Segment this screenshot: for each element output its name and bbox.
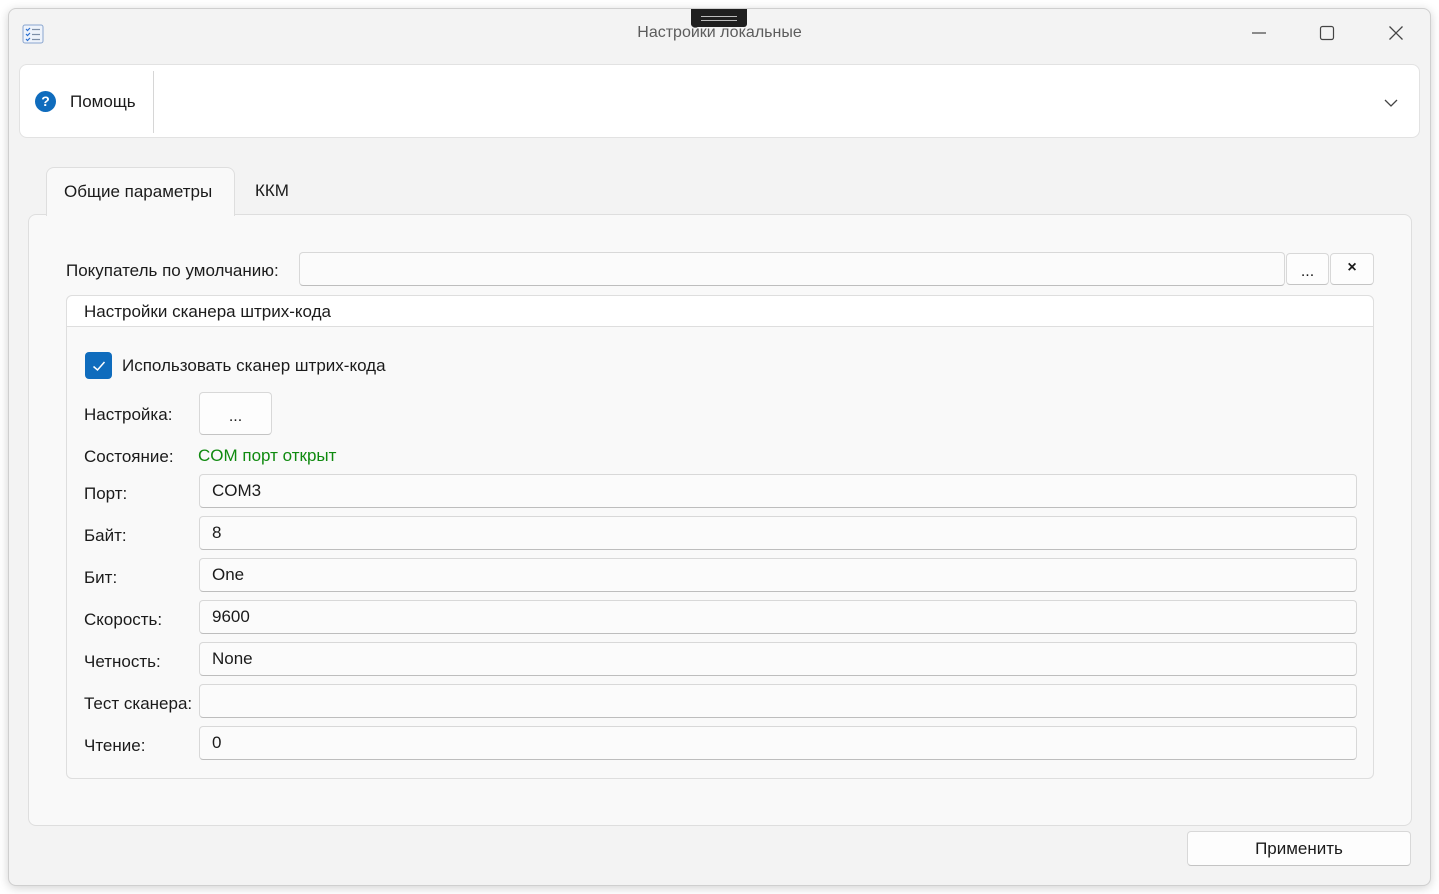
scanner-settings-group: Настройки сканера штрих-кода Использоват… [66, 295, 1374, 779]
status-label: Состояние: [84, 447, 174, 466]
scanner-test-label: Тест сканера: [84, 694, 193, 713]
scanner-setup-button[interactable]: ... [199, 392, 272, 435]
parity-field[interactable]: None [199, 642, 1357, 676]
help-divider [153, 71, 154, 133]
help-label: Помощь [70, 92, 136, 111]
speed-label: Скорость: [84, 610, 163, 629]
byte-field[interactable]: 8 [199, 516, 1357, 550]
setup-label: Настройка: [84, 405, 173, 424]
bit-label: Бит: [84, 568, 118, 587]
settings-window: Настройки локальные ? Помощь Общие парам… [8, 8, 1431, 886]
read-field[interactable]: 0 [199, 726, 1357, 760]
bit-field[interactable]: One [199, 558, 1357, 592]
byte-label: Байт: [84, 526, 127, 545]
default-buyer-input[interactable] [299, 252, 1285, 286]
status-value: COM порт открыт [198, 446, 337, 465]
minimize-icon [1252, 32, 1266, 34]
help-icon: ? [35, 91, 56, 112]
parity-label: Четность: [84, 652, 161, 671]
tab-general[interactable]: Общие параметры [46, 167, 235, 216]
maximize-icon [1319, 25, 1335, 41]
read-label: Чтение: [84, 736, 146, 755]
speed-field[interactable]: 9600 [199, 600, 1357, 634]
use-scanner-label[interactable]: Использовать сканер штрих-кода [122, 356, 386, 376]
maximize-button[interactable] [1312, 21, 1342, 45]
chevron-down-icon[interactable] [1383, 95, 1399, 111]
port-label: Порт: [84, 484, 128, 503]
scanner-test-field[interactable] [199, 684, 1357, 718]
apply-button[interactable]: Применить [1187, 831, 1411, 866]
minimize-button[interactable] [1244, 21, 1274, 45]
browse-buyer-button[interactable]: ... [1286, 253, 1329, 285]
close-icon [1389, 26, 1403, 40]
title-bar[interactable]: Настройки локальные [9, 9, 1430, 61]
use-scanner-checkbox[interactable] [85, 352, 112, 379]
general-tab-panel: Покупатель по умолчанию: ... × Настройки… [28, 214, 1412, 826]
checkmark-icon [92, 361, 105, 371]
group-title: Настройки сканера штрих-кода [84, 302, 331, 321]
tab-kkm[interactable]: ККМ [238, 167, 306, 215]
default-buyer-label: Покупатель по умолчанию: [66, 261, 279, 280]
clear-buyer-button[interactable]: × [1330, 253, 1374, 285]
help-panel[interactable]: ? Помощь [19, 64, 1420, 138]
group-header: Настройки сканера штрих-кода [67, 296, 1373, 327]
port-field[interactable]: COM3 [199, 474, 1357, 508]
close-button[interactable] [1381, 21, 1411, 45]
drag-handle[interactable] [691, 9, 747, 27]
